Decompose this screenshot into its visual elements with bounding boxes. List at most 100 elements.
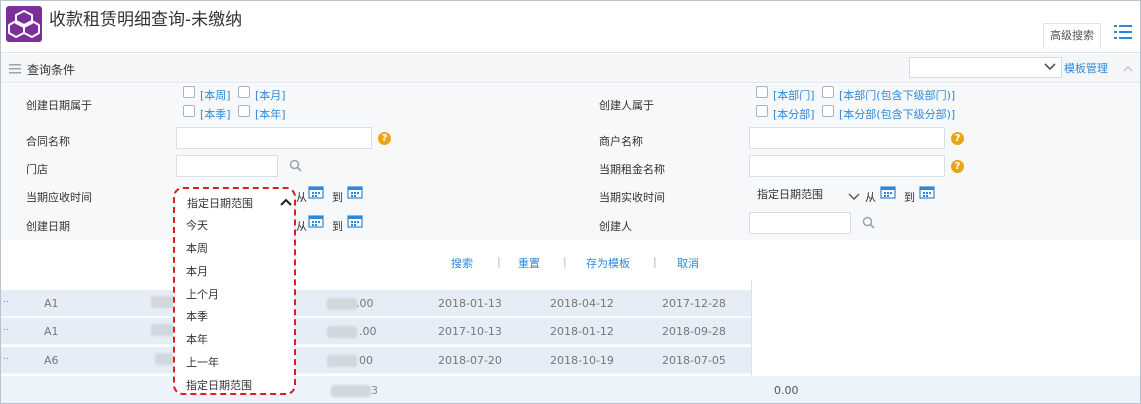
actual-receipt-select[interactable]: 指定日期范围 <box>749 185 863 207</box>
table-row[interactable]: .. A6 00 2018-07-20 2018-10-19 2018-07-0… <box>1 347 751 374</box>
separator: | <box>653 255 657 268</box>
dropdown-option-this-month[interactable]: 本月 <box>186 263 208 279</box>
creator-belongs-label: 创建人属于 <box>599 99 654 112</box>
created-date-label: 创建日期属于 <box>26 99 92 112</box>
total-partial: 3 <box>371 384 378 397</box>
to-text: 到 <box>904 191 915 204</box>
calendar-icon[interactable] <box>347 185 363 202</box>
row-marker: .. <box>3 295 9 305</box>
dropdown-option-last-month[interactable]: 上个月 <box>186 286 219 302</box>
template-select[interactable] <box>909 57 1062 78</box>
calendar-icon[interactable] <box>347 214 363 231</box>
chevron-down-icon[interactable] <box>847 191 861 205</box>
save-template-button[interactable]: 存为模板 <box>586 255 630 271</box>
results-table: .. A1 .00 2018-01-13 2018-04-12 2017-12-… <box>1 280 1140 403</box>
chevron-up-icon[interactable] <box>1123 62 1133 76</box>
help-icon[interactable]: ? <box>378 132 391 145</box>
separator: | <box>563 255 567 268</box>
template-manage-link[interactable]: 模板管理 <box>1064 60 1108 76</box>
calendar-icon[interactable] <box>308 185 324 202</box>
store-input[interactable] <box>176 155 278 177</box>
my-dept-sub-link[interactable]: [本部门(包含下级部门)] <box>839 87 955 103</box>
checkbox-my-branch[interactable] <box>756 105 768 117</box>
amount-cell: 00 <box>359 354 373 367</box>
cancel-button[interactable]: 取消 <box>677 255 699 271</box>
date-cell: 2018-07-05 <box>662 354 726 367</box>
action-bar: 搜索 | 重置 | 存为模板 | 取消 <box>1 240 1140 280</box>
reset-button[interactable]: 重置 <box>518 255 540 271</box>
search-icon[interactable] <box>289 159 302 175</box>
receivable-time-label: 当期应收时间 <box>26 191 92 204</box>
this-quarter-link[interactable]: [本季] <box>200 106 231 122</box>
creator-label: 创建人 <box>599 220 632 233</box>
checkbox-my-branch-sub[interactable] <box>822 105 834 117</box>
table-row[interactable]: .. A1 .00 2017-10-13 2018-01-12 2018-09-… <box>1 318 751 345</box>
help-icon[interactable]: ? <box>951 160 964 173</box>
from-text: 从 <box>296 220 307 233</box>
date-range-dropdown[interactable]: 指定日期范围 今天 本周 本月 上个月 本季 本年 上一年 指定日期范围 <box>173 187 296 395</box>
redacted-cell <box>331 385 371 397</box>
menu-icon <box>9 63 21 77</box>
date-cell: 2018-01-12 <box>550 325 614 338</box>
dropdown-selected-value[interactable]: 指定日期范围 <box>187 195 253 211</box>
checkbox-this-quarter[interactable] <box>183 105 195 117</box>
total-value: 0.00 <box>774 384 799 397</box>
merchant-name-label: 商户名称 <box>599 135 643 148</box>
merchant-name-input[interactable] <box>749 127 945 149</box>
list-icon[interactable] <box>1114 25 1132 42</box>
page-title: 收款租赁明细查询-未缴纳 <box>49 10 243 30</box>
date-cell: 2018-10-19 <box>550 354 614 367</box>
checkbox-my-dept-sub[interactable] <box>822 86 834 98</box>
code-cell: A1 <box>44 325 59 338</box>
create-date-label: 创建日期 <box>26 220 70 233</box>
dropdown-option-this-year[interactable]: 本年 <box>186 331 208 347</box>
calendar-icon[interactable] <box>880 185 896 202</box>
rent-name-input[interactable] <box>749 155 945 177</box>
to-text: 到 <box>332 220 343 233</box>
search-icon[interactable] <box>862 216 875 232</box>
checkbox-this-year[interactable] <box>238 105 250 117</box>
separator: | <box>497 255 501 268</box>
help-icon[interactable]: ? <box>951 132 964 145</box>
calendar-icon[interactable] <box>308 214 324 231</box>
this-month-link[interactable]: [本月] <box>255 87 286 103</box>
from-text: 从 <box>296 191 307 204</box>
actual-receipt-label: 当期实收时间 <box>599 191 665 204</box>
dropdown-option-today[interactable]: 今天 <box>186 217 208 233</box>
date-cell: 2018-09-28 <box>662 325 726 338</box>
redacted-cell <box>327 355 357 367</box>
my-branch-link[interactable]: [本分部] <box>773 106 815 122</box>
date-cell: 2017-10-13 <box>438 325 502 338</box>
cubes-icon <box>6 6 42 42</box>
advanced-search-tab[interactable]: 高级搜索 <box>1043 23 1101 49</box>
app-window: 收款租赁明细查询-未缴纳 高级搜索 查询条件 模板管理 创建日期属于 [本周] … <box>0 0 1141 404</box>
this-week-link[interactable]: [本周] <box>200 87 231 103</box>
dropdown-option-this-quarter[interactable]: 本季 <box>186 308 208 324</box>
date-cell: 2018-01-13 <box>438 297 502 310</box>
my-branch-sub-link[interactable]: [本分部(包含下级分部)] <box>839 106 955 122</box>
column-divider <box>751 280 752 376</box>
redacted-cell <box>327 326 357 338</box>
code-cell: A6 <box>44 354 59 367</box>
contract-name-label: 合同名称 <box>26 135 70 148</box>
checkbox-this-month[interactable] <box>238 86 250 98</box>
code-cell: A1 <box>44 297 59 310</box>
dropdown-option-custom-range[interactable]: 指定日期范围 <box>186 377 252 393</box>
calendar-icon[interactable] <box>919 185 935 202</box>
contract-name-input[interactable] <box>176 127 372 149</box>
my-dept-link[interactable]: [本部门] <box>773 87 815 103</box>
checkbox-my-dept[interactable] <box>756 86 768 98</box>
dropdown-option-last-year[interactable]: 上一年 <box>186 354 219 370</box>
chevron-down-icon[interactable] <box>1043 61 1057 75</box>
creator-input[interactable] <box>749 212 851 234</box>
header: 收款租赁明细查询-未缴纳 高级搜索 <box>1 1 1140 53</box>
date-cell: 2018-04-12 <box>550 297 614 310</box>
search-button[interactable]: 搜索 <box>451 255 473 271</box>
dropdown-option-this-week[interactable]: 本周 <box>186 240 208 256</box>
from-text: 从 <box>865 191 876 204</box>
chevron-up-icon[interactable] <box>279 196 293 210</box>
table-row[interactable]: .. A1 .00 2018-01-13 2018-04-12 2017-12-… <box>1 290 751 317</box>
this-year-link[interactable]: [本年] <box>255 106 286 122</box>
query-form: 创建日期属于 [本周] [本月] [本季] [本年] 创建人属于 [本部门] [… <box>1 84 1140 240</box>
checkbox-this-week[interactable] <box>183 86 195 98</box>
